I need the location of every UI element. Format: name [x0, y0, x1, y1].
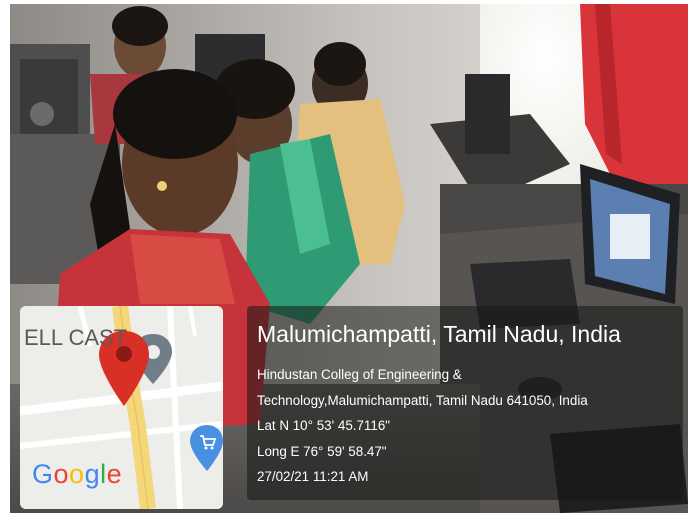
- google-logo-letter: o: [53, 459, 70, 489]
- map-thumbnail[interactable]: ELL CAST Google: [20, 306, 223, 509]
- photo-frame: ELL CAST Google Malumichampatti, Tamil N…: [0, 0, 694, 517]
- location-title: Malumichampatti, Tamil Nadu, India: [257, 321, 621, 347]
- map-road-label: ELL CAST: [24, 325, 128, 350]
- address-line-1: Hindustan Colleg of Engineering &: [257, 367, 462, 382]
- google-logo-letter: G: [32, 459, 54, 489]
- location-info-panel: Malumichampatti, Tamil Nadu, India Hindu…: [247, 306, 683, 500]
- address-line-2: Technology,Malumichampatti, Tamil Nadu 6…: [257, 393, 588, 408]
- longitude-text: Long E 76° 59' 58.47": [257, 444, 387, 459]
- google-logo-letter: o: [69, 459, 85, 489]
- google-logo-letter: e: [106, 459, 123, 489]
- google-logo-letter: g: [84, 459, 101, 489]
- google-logo: Google: [32, 459, 122, 490]
- timestamp-text: 27/02/21 11:21 AM: [257, 469, 369, 484]
- latitude-text: Lat N 10° 53' 45.7116": [257, 418, 391, 433]
